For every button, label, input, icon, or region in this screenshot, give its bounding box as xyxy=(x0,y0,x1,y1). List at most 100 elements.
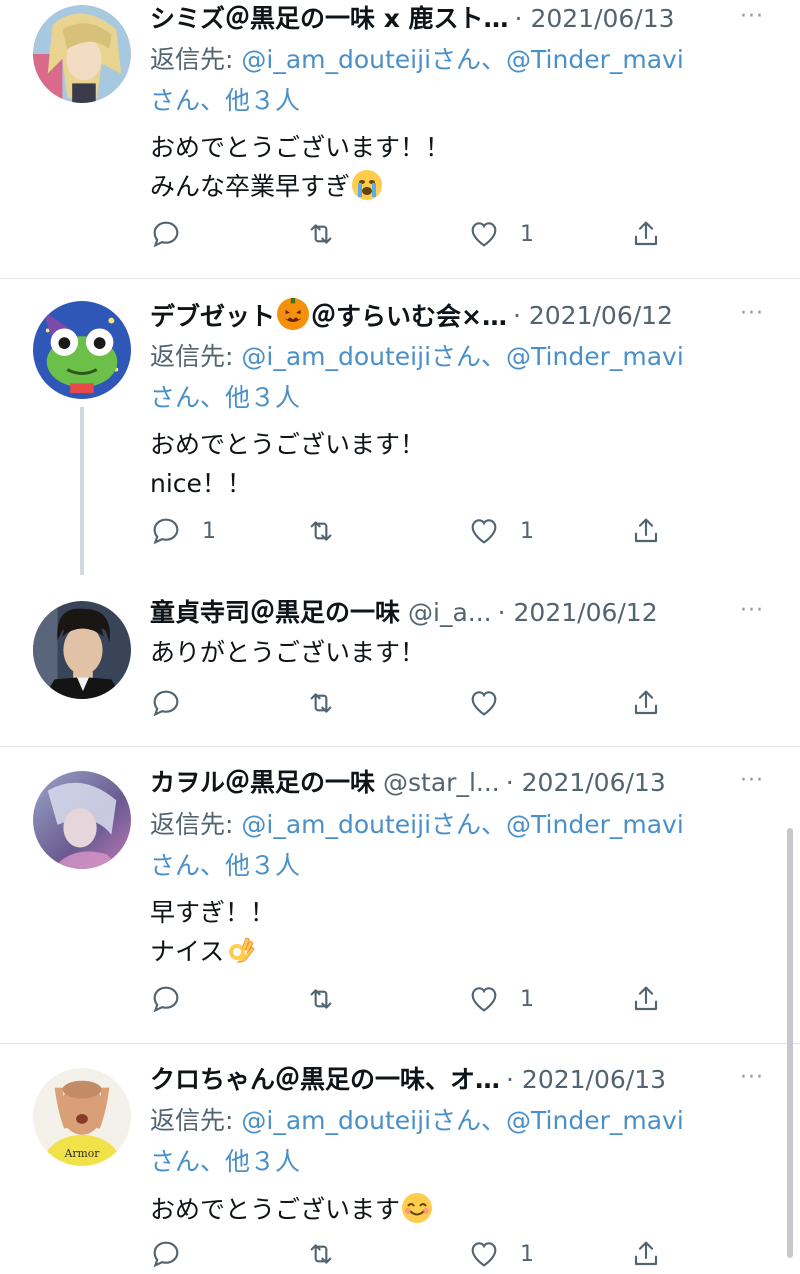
share-button[interactable] xyxy=(630,214,662,254)
tweet-text: 早すぎ！！ ナイス xyxy=(150,898,276,966)
retweet-button[interactable] xyxy=(305,979,357,1019)
reply-to-line: 返信先: @i_am_douteijiさん、@Tinder_mavi さん、他３… xyxy=(150,45,684,115)
tweet-text: おめでとうございます！！ みんな卒業早すぎ xyxy=(150,133,451,201)
avatar-1[interactable] xyxy=(33,301,131,399)
smiling-face-icon xyxy=(402,1193,433,1223)
reply-button[interactable] xyxy=(150,1234,202,1274)
user-name[interactable]: カヲル＠黒足の一味 xyxy=(150,766,375,800)
reply-count: 1 xyxy=(202,518,216,544)
reply-button[interactable] xyxy=(150,683,202,723)
like-button[interactable]: 1 xyxy=(468,214,534,254)
reply-to-line: 返信先: @i_am_douteijiさん、@Tinder_mavi さん、他３… xyxy=(150,810,684,880)
more-options-icon[interactable]: ··· xyxy=(734,2,770,36)
mention-link[interactable]: @i_am_douteiji xyxy=(241,1106,431,1135)
mention-link[interactable]: @Tinder_mavi xyxy=(506,810,684,839)
avatar-0[interactable] xyxy=(33,5,131,103)
tweet-actions: 1 xyxy=(150,1234,690,1274)
share-button[interactable] xyxy=(630,683,662,723)
thread-connector-line xyxy=(80,407,84,575)
tweet-header: クロちゃん＠黒足の一味、オ… · 2021/06/13 xyxy=(150,1063,740,1097)
reply-button[interactable] xyxy=(150,979,202,1019)
retweet-button[interactable] xyxy=(305,1234,357,1274)
heart-icon xyxy=(471,519,497,544)
tweet-actions: 1 xyxy=(150,214,690,254)
tweet-4[interactable]: Armor クロちゃん＠黒足の一味、オ… · 2021/06/13 ··· 返信… xyxy=(0,1044,800,1269)
jack-o-lantern-icon xyxy=(277,298,310,330)
retweet-button[interactable] xyxy=(305,683,357,723)
reply-to-line: 返信先: @i_am_douteijiさん、@Tinder_mavi さん、他３… xyxy=(150,342,684,412)
share-button[interactable] xyxy=(630,511,662,551)
like-button[interactable] xyxy=(468,683,520,723)
avatar-4[interactable]: Armor xyxy=(33,1068,131,1166)
share-icon xyxy=(634,1241,658,1266)
mention-link[interactable]: @i_am_douteiji xyxy=(241,810,431,839)
tweet-3[interactable]: カヲル＠黒足の一味 @star_l... · 2021/06/13 ··· 返信… xyxy=(0,747,800,1043)
share-icon xyxy=(634,221,658,246)
reply-others-link[interactable]: さん、他３人 xyxy=(150,383,300,412)
tweet-header: 童貞寺司＠黒足の一味 @i_a... · 2021/06/12 xyxy=(150,596,740,630)
mention-link[interactable]: @Tinder_mavi xyxy=(506,45,684,74)
scrollbar[interactable] xyxy=(787,828,793,1258)
retweet-icon xyxy=(310,989,332,1009)
mention-link[interactable]: @i_am_douteiji xyxy=(241,45,431,74)
tweet-actions: 1 1 xyxy=(150,511,690,551)
user-handle[interactable]: @i_a... xyxy=(408,596,492,630)
tweet-actions: 1 xyxy=(150,979,690,1019)
user-name[interactable]: シミズ＠黒足の一味 x 鹿スト… xyxy=(150,2,509,36)
share-icon xyxy=(634,518,658,543)
like-count: 1 xyxy=(520,518,534,544)
more-options-icon[interactable]: ··· xyxy=(734,766,770,800)
reply-to-line: 返信先: @i_am_douteijiさん、@Tinder_mavi さん、他３… xyxy=(150,1106,684,1176)
svg-text:Armor: Armor xyxy=(64,1147,101,1160)
more-options-icon[interactable]: ··· xyxy=(734,299,770,333)
like-count: 1 xyxy=(520,1241,534,1267)
reply-button[interactable]: 1 xyxy=(150,511,216,551)
retweet-button[interactable] xyxy=(305,511,357,551)
mention-link[interactable]: @i_am_douteiji xyxy=(241,342,431,371)
retweet-icon xyxy=(310,1244,332,1264)
tweet-1[interactable]: デブゼット ＠すらいむ会×… · 2021/06/12 ··· 返信先: @i_… xyxy=(0,279,800,579)
user-handle[interactable]: @star_l... xyxy=(383,766,500,800)
heart-icon xyxy=(471,1242,497,1267)
avatar-3[interactable] xyxy=(33,771,131,869)
like-button[interactable]: 1 xyxy=(468,979,534,1019)
share-button[interactable] xyxy=(630,979,662,1019)
reply-icon xyxy=(153,1241,179,1268)
tweet-date[interactable]: · 2021/06/13 xyxy=(506,1063,666,1097)
more-options-icon[interactable]: ··· xyxy=(734,596,770,630)
tweet-date[interactable]: · 2021/06/13 xyxy=(515,2,675,36)
heart-icon xyxy=(471,222,497,247)
reply-others-link[interactable]: さん、他３人 xyxy=(150,86,300,115)
user-name[interactable]: デブゼット ＠すらいむ会×… xyxy=(150,298,507,334)
retweet-button[interactable] xyxy=(305,214,357,254)
reply-icon xyxy=(153,690,179,717)
loudly-crying-face-icon xyxy=(352,170,383,200)
reply-icon xyxy=(153,518,179,545)
share-button[interactable] xyxy=(630,1234,662,1274)
user-name[interactable]: クロちゃん＠黒足の一味、オ… xyxy=(150,1063,500,1097)
reply-button[interactable] xyxy=(150,214,202,254)
like-button[interactable]: 1 xyxy=(468,1234,534,1274)
tweet-date[interactable]: · 2021/06/12 xyxy=(513,299,673,333)
tweet-text: ありがとうございます！ xyxy=(150,638,426,667)
like-button[interactable]: 1 xyxy=(468,511,534,551)
tweet-date[interactable]: · 2021/06/12 xyxy=(498,596,658,630)
reply-others-link[interactable]: さん、他３人 xyxy=(150,1147,300,1176)
tweet-date[interactable]: · 2021/06/13 xyxy=(506,766,666,800)
retweet-icon xyxy=(310,224,332,244)
share-icon xyxy=(634,986,658,1011)
mention-link[interactable]: @Tinder_mavi xyxy=(506,1106,684,1135)
retweet-icon xyxy=(310,693,332,713)
more-options-icon[interactable]: ··· xyxy=(734,1063,770,1097)
tweet-header: デブゼット ＠すらいむ会×… · 2021/06/12 xyxy=(150,298,740,334)
tweet-text: おめでとうございます！ nice！！ xyxy=(150,430,426,498)
tweet-2[interactable]: 童貞寺司＠黒足の一味 @i_a... · 2021/06/12 ··· ありがと… xyxy=(0,579,800,746)
ok-hand-icon xyxy=(226,935,256,965)
user-name[interactable]: 童貞寺司＠黒足の一味 xyxy=(150,596,400,630)
tweet-text: おめでとうございます xyxy=(150,1190,750,1229)
mention-link[interactable]: @Tinder_mavi xyxy=(506,342,684,371)
like-count: 1 xyxy=(520,986,534,1012)
avatar-2[interactable] xyxy=(33,601,131,699)
tweet-0[interactable]: シミズ＠黒足の一味 x 鹿スト… · 2021/06/13 ··· 返信先: @… xyxy=(0,0,800,278)
reply-others-link[interactable]: さん、他３人 xyxy=(150,851,300,880)
